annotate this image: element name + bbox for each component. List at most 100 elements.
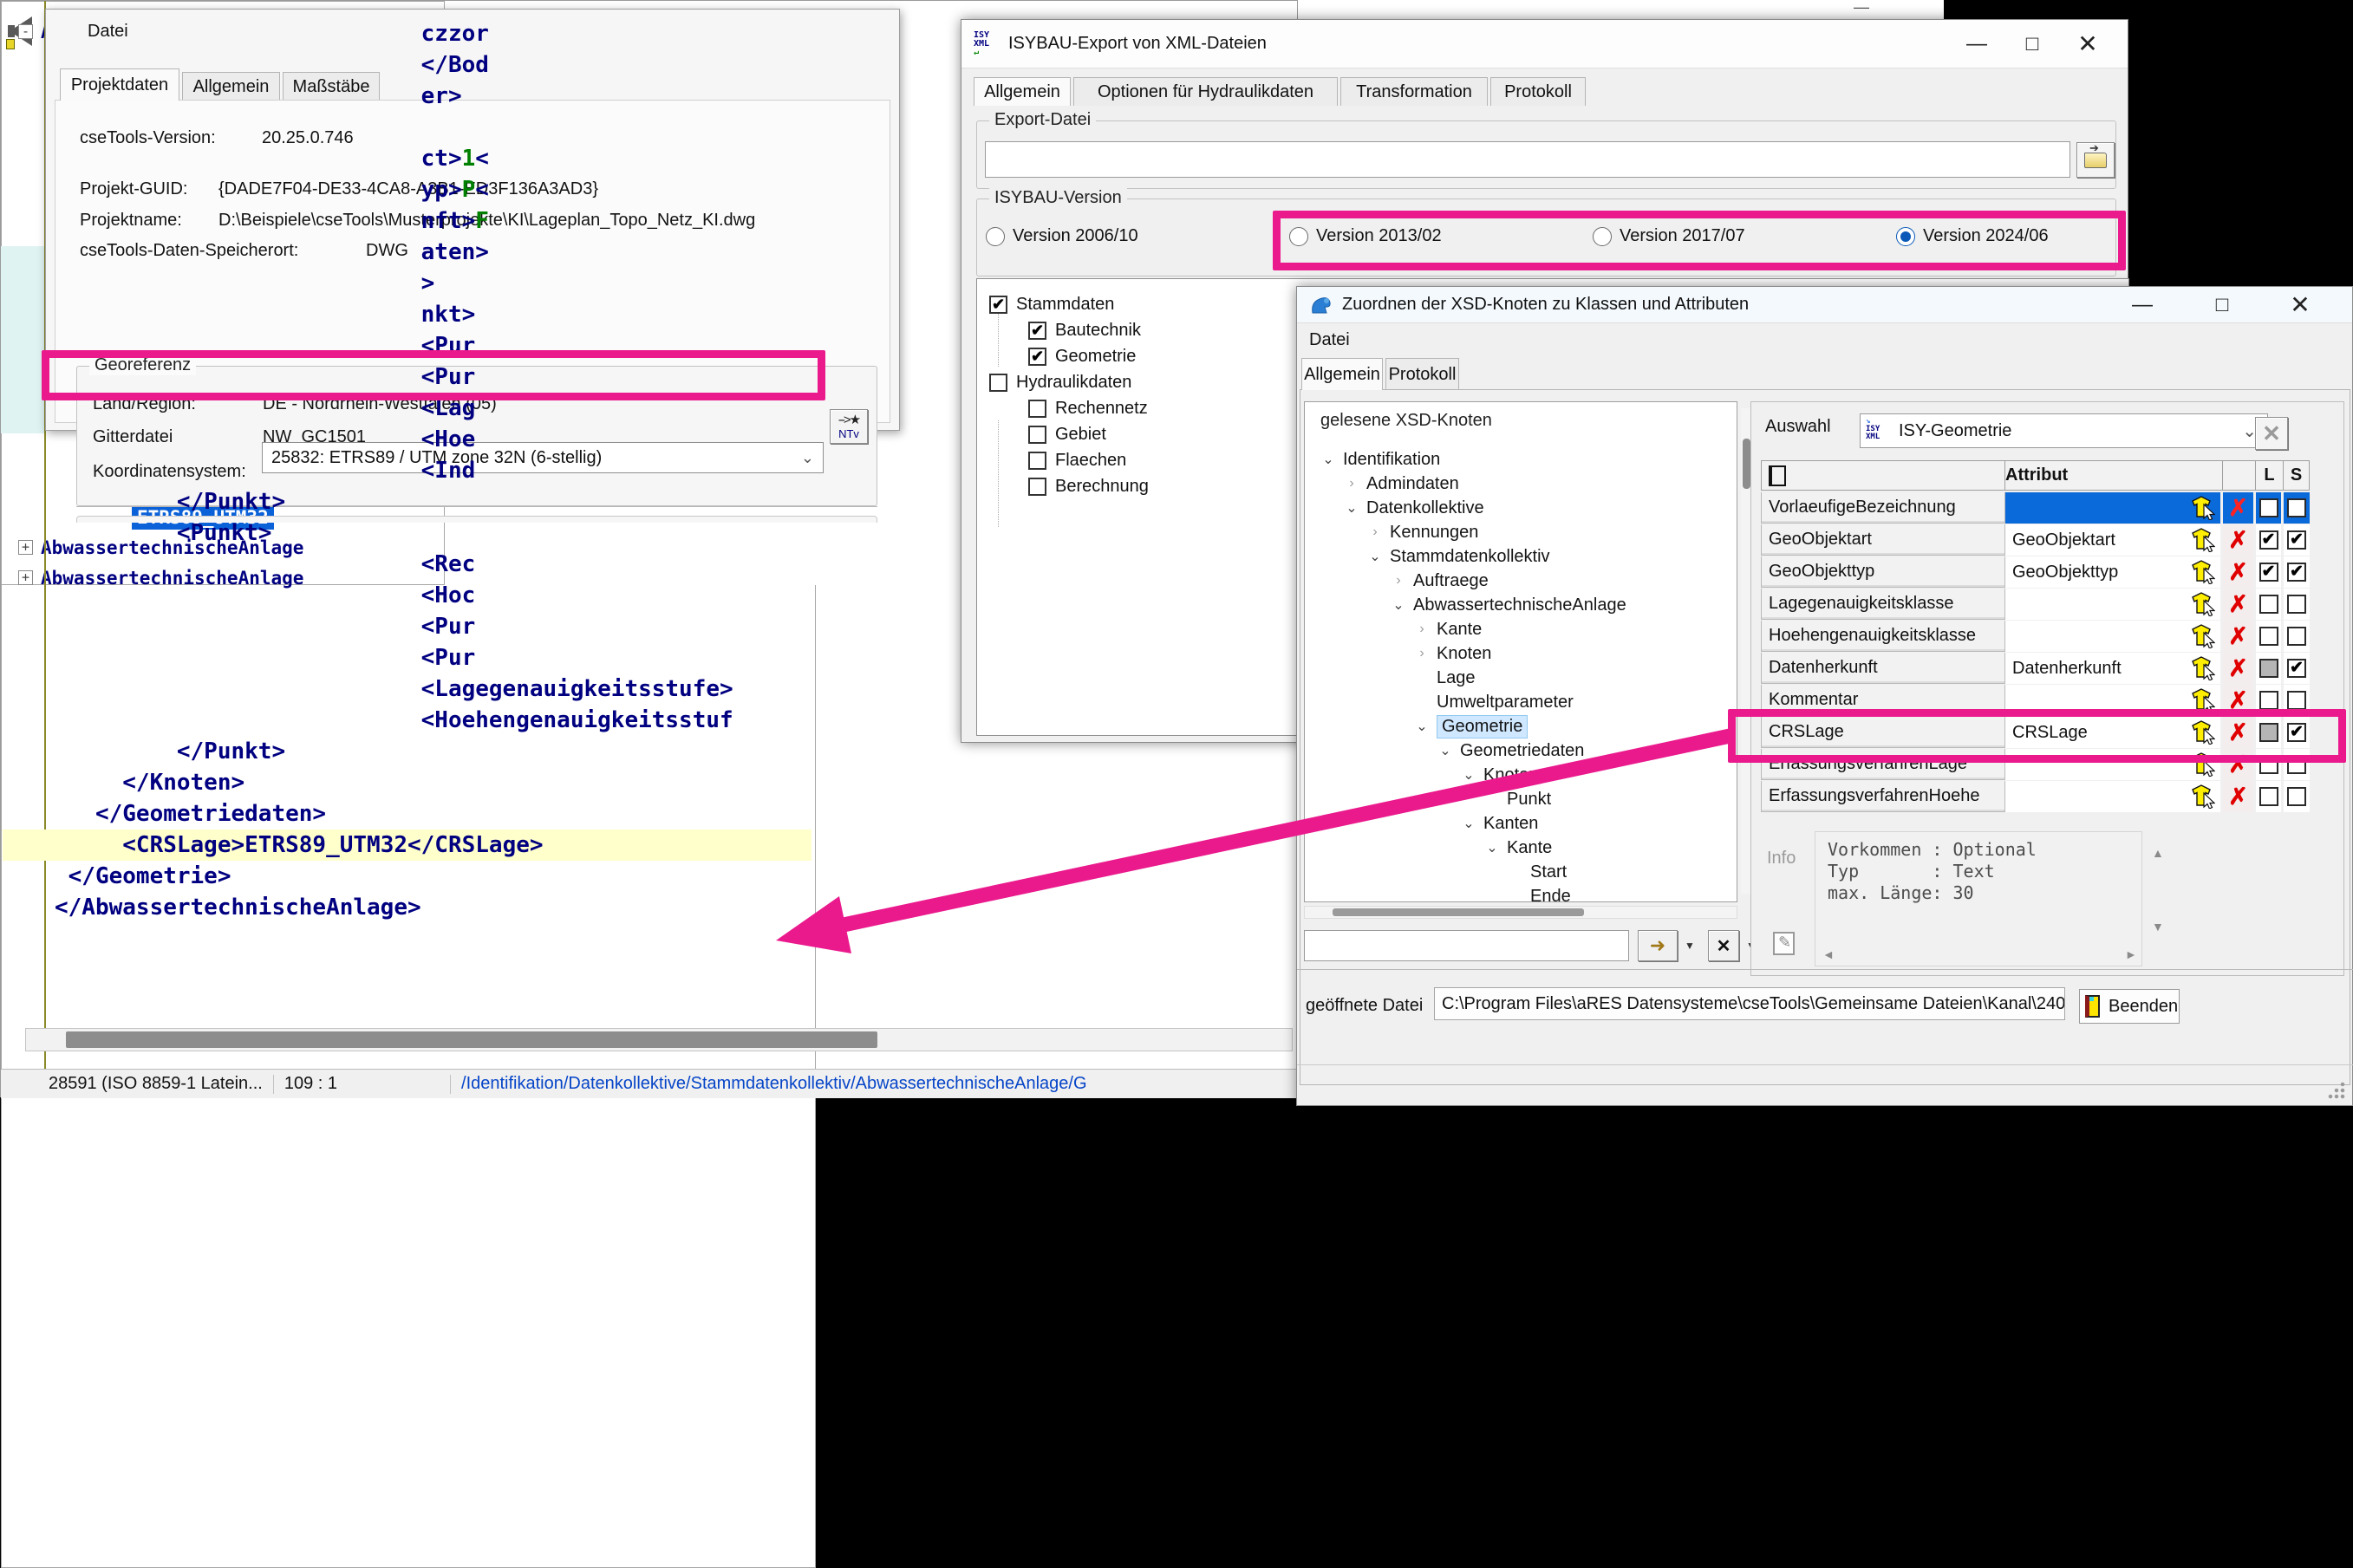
s-checkbox[interactable]	[2287, 498, 2306, 517]
assign-attribute-icon[interactable]	[2191, 624, 2215, 648]
xml-code-line[interactable]: </Geometrie>	[55, 861, 231, 892]
attribute-table-row[interactable]: GeoObjektart GeoObjektart ✗ ✔ ✔	[1761, 524, 2310, 556]
xsd-node-label[interactable]: Lage	[1437, 668, 1476, 688]
scrollbar-thumb[interactable]	[1333, 908, 1584, 916]
dataset-checkbox-row[interactable]: Gebiet	[1028, 421, 1106, 447]
xsd-tree-node[interactable]: Lage	[1412, 666, 1476, 690]
xsd-node-label[interactable]: Ende	[1530, 887, 1571, 902]
mapped-attribute-cell[interactable]: Datenherkunft	[2005, 653, 2220, 684]
delete-mapping-icon[interactable]: ✗	[2223, 556, 2253, 588]
s-flag-cell[interactable]	[2284, 621, 2310, 652]
class-attribute-name-cell[interactable]: VorlaeufigeBezeichnung	[1761, 492, 2005, 524]
class-attribute-name-cell[interactable]: Datenherkunft	[1761, 653, 2005, 684]
mapped-attribute-cell[interactable]: GeoObjekttyp	[2005, 556, 2220, 588]
l-flag-cell[interactable]: ✔	[2256, 524, 2281, 556]
xml-code-line[interactable]: <Hoehengenauigkeitsstuf	[55, 705, 733, 736]
xsd-tree-node[interactable]: ⌄ Datenkollektive	[1342, 496, 1484, 520]
horizontal-scrollbar[interactable]	[25, 1028, 1293, 1051]
l-flag-cell[interactable]	[2256, 781, 2281, 812]
s-flag-cell[interactable]	[2284, 492, 2310, 524]
column-header-l[interactable]: L	[2256, 460, 2284, 491]
assign-attribute-icon[interactable]	[2191, 784, 2215, 809]
column-header-s[interactable]: S	[2284, 460, 2310, 491]
xsd-node-label[interactable]: Auftraege	[1413, 571, 1489, 591]
l-checkbox[interactable]	[2258, 627, 2278, 646]
delete-mapping-icon[interactable]: ✗	[2223, 653, 2253, 684]
s-checkbox[interactable]	[2287, 787, 2306, 806]
l-checkbox[interactable]	[2258, 498, 2278, 517]
tree-chevron-icon[interactable]: ⌄	[1366, 548, 1385, 565]
tab-allgemein[interactable]: Allgemein	[974, 77, 1071, 106]
close-button[interactable]: ✕	[2060, 29, 2115, 58]
class-attribute-name-cell[interactable]: GeoObjekttyp	[1761, 556, 2005, 588]
s-flag-cell[interactable]: ✔	[2284, 556, 2310, 588]
xsd-tree-node[interactable]: Punkt	[1483, 787, 1551, 811]
l-checkbox[interactable]	[2258, 595, 2278, 614]
scrollbar-thumb[interactable]	[66, 1031, 877, 1048]
maximize-button[interactable]: □	[2194, 293, 2250, 317]
dataset-checkbox-row[interactable]: ✔ Bautechnik	[1028, 317, 1141, 343]
s-flag-cell[interactable]	[2284, 589, 2310, 620]
xsd-tree-node[interactable]: ⌄ Identifikation	[1319, 447, 1440, 472]
xsd-node-label[interactable]: Kennungen	[1390, 523, 1478, 543]
s-checkbox[interactable]: ✔	[2287, 659, 2306, 678]
checkbox-icon[interactable]	[989, 373, 1007, 392]
xml-code-line[interactable]: </Punkt>	[55, 736, 285, 767]
xsd-node-label[interactable]: Stammdatenkollektiv	[1390, 547, 1550, 567]
tree-chevron-icon[interactable]: ⌄	[1483, 839, 1502, 856]
chevron-down-icon[interactable]: ⌄	[801, 449, 814, 467]
xml-code-line[interactable]: <Pur	[55, 642, 476, 673]
export-file-input[interactable]	[985, 141, 2070, 178]
xsd-node-label[interactable]: Identifikation	[1343, 450, 1440, 470]
checkbox-icon[interactable]: ✔	[1028, 321, 1046, 340]
xsd-node-label[interactable]: Kante	[1507, 838, 1552, 858]
attribute-table-row[interactable]: Lagegenauigkeitsklasse ✗	[1761, 589, 2310, 621]
tree-chevron-icon[interactable]: ⌄	[1459, 766, 1478, 784]
xml-code-line[interactable]: <Lagegenauigkeitsstufe>	[55, 673, 733, 705]
xsd-node-label[interactable]: Punkt	[1507, 790, 1551, 810]
node-filter-input[interactable]	[1304, 930, 1629, 961]
dataset-checkbox-row[interactable]: Hydraulikdaten	[989, 369, 1131, 395]
l-flag-cell[interactable]: ✔	[2256, 556, 2281, 588]
dataset-checkbox-row[interactable]: ✔ Geometrie	[1028, 343, 1136, 369]
xml-code-line[interactable]: </Knoten>	[55, 767, 244, 798]
checkbox-icon[interactable]	[1028, 451, 1046, 470]
l-checkbox[interactable]	[2258, 787, 2278, 806]
attribute-table-row[interactable]: VorlaeufigeBezeichnung ✗	[1761, 492, 2310, 524]
s-checkbox[interactable]	[2287, 595, 2306, 614]
s-checkbox[interactable]	[2287, 627, 2306, 646]
xsd-node-label[interactable]: Knoten	[1437, 644, 1491, 664]
xsd-node-label[interactable]: Geometrie	[1437, 714, 1528, 738]
s-flag-cell[interactable]: ✔	[2284, 653, 2310, 684]
attribute-table-row[interactable]: Hoehengenauigkeitsklasse ✗	[1761, 621, 2310, 653]
xsd-tree-node[interactable]: ⌄ Stammdatenkollektiv	[1366, 544, 1550, 569]
l-checkbox[interactable]	[2258, 659, 2278, 678]
checkbox-icon[interactable]	[1028, 399, 1046, 418]
dataset-checkbox-row[interactable]: Flaechen	[1028, 447, 1126, 473]
statusbar-xpath-link[interactable]: /Identifikation/Datenkollektive/Stammdat…	[461, 1074, 1086, 1094]
class-attribute-name-cell[interactable]: GeoObjektart	[1761, 524, 2005, 556]
delete-mapping-icon[interactable]: ✗	[2223, 781, 2253, 812]
remove-button[interactable]: ✕	[1708, 930, 1739, 961]
xsd-node-label[interactable]: Datenkollektive	[1366, 498, 1484, 518]
tree-chevron-icon[interactable]: ⌄	[1319, 451, 1338, 468]
l-checkbox[interactable]: ✔	[2258, 530, 2278, 550]
resize-grip[interactable]	[2327, 1081, 2346, 1100]
column-header-class[interactable]	[1761, 460, 2005, 491]
delete-mapping-icon[interactable]: ✗	[2223, 589, 2253, 620]
delete-mapping-icon[interactable]: ✗	[2223, 621, 2253, 652]
datei-menu-item[interactable]: Datei	[1309, 330, 1350, 350]
tree-chevron-icon[interactable]: ⌄	[1436, 742, 1455, 759]
tree-chevron-icon[interactable]: ⌄	[1412, 718, 1431, 735]
assign-arrow-button[interactable]: ➜	[1638, 930, 1678, 961]
checkbox-icon[interactable]	[1028, 477, 1046, 496]
tree-chevron-icon[interactable]: ⌄	[1342, 499, 1361, 517]
s-checkbox[interactable]	[2287, 691, 2306, 710]
delete-mapping-icon[interactable]: ✗	[2223, 524, 2253, 556]
dataset-checkbox-row[interactable]: Berechnung	[1028, 473, 1149, 499]
l-flag-cell[interactable]	[2256, 621, 2281, 652]
class-select-combobox[interactable]: ↘ ISY XML ISY-Geometrie ⌄	[1860, 413, 2268, 448]
l-flag-cell[interactable]	[2256, 653, 2281, 684]
xml-code-line[interactable]: <CRSLage>ETRS89_UTM32</CRSLage>	[55, 830, 543, 861]
scroll-up-icon[interactable]: ▲	[2152, 846, 2164, 860]
